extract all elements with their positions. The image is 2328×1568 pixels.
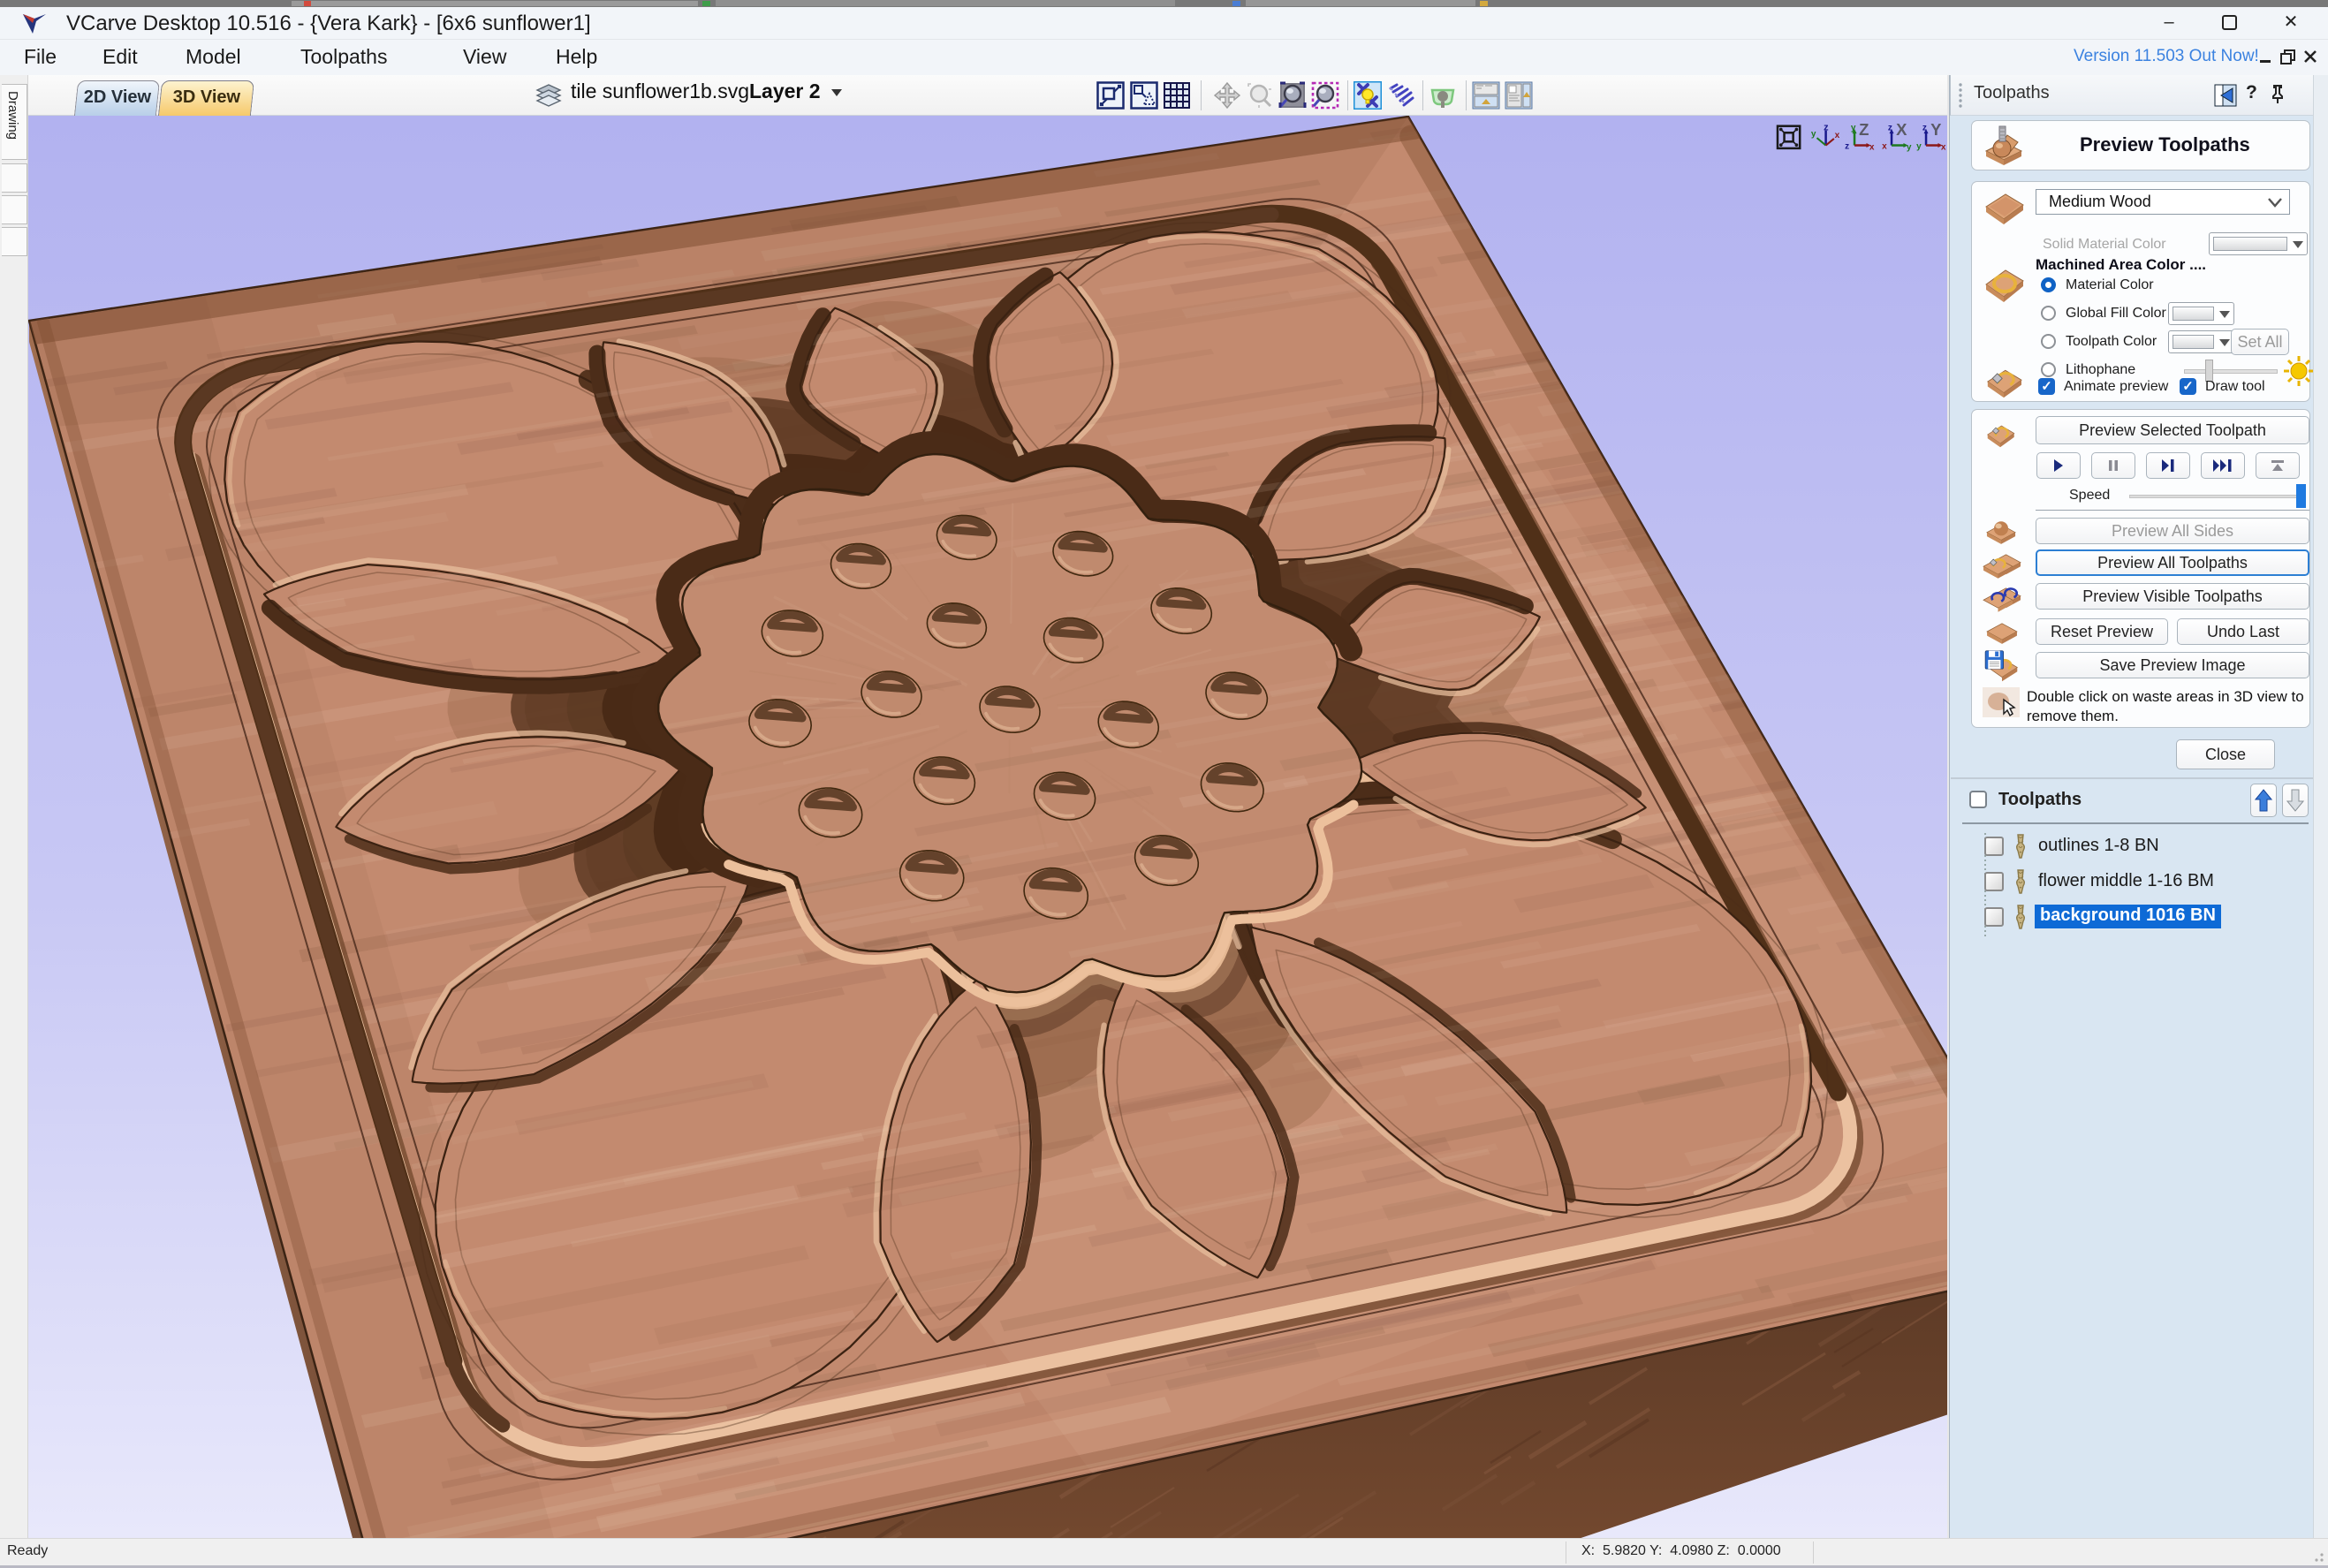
svg-text:y: y xyxy=(1851,124,1856,133)
svg-text:x: x xyxy=(1882,142,1887,152)
svg-text:z: z xyxy=(1922,124,1927,133)
svg-text:x: x xyxy=(1869,143,1875,153)
svg-text:z: z xyxy=(1845,142,1849,152)
svg-text:z: z xyxy=(1888,124,1892,133)
svg-text:x: x xyxy=(1835,131,1840,140)
svg-text:y: y xyxy=(1811,129,1816,139)
svg-text:Y: Y xyxy=(1930,120,1942,139)
svg-text:y: y xyxy=(1907,143,1912,153)
svg-text:x: x xyxy=(1941,143,1946,153)
svg-text:y: y xyxy=(1916,142,1922,152)
svg-text:X: X xyxy=(1896,120,1907,139)
svg-text:Z: Z xyxy=(1859,120,1869,139)
svg-text:z: z xyxy=(1824,123,1829,133)
